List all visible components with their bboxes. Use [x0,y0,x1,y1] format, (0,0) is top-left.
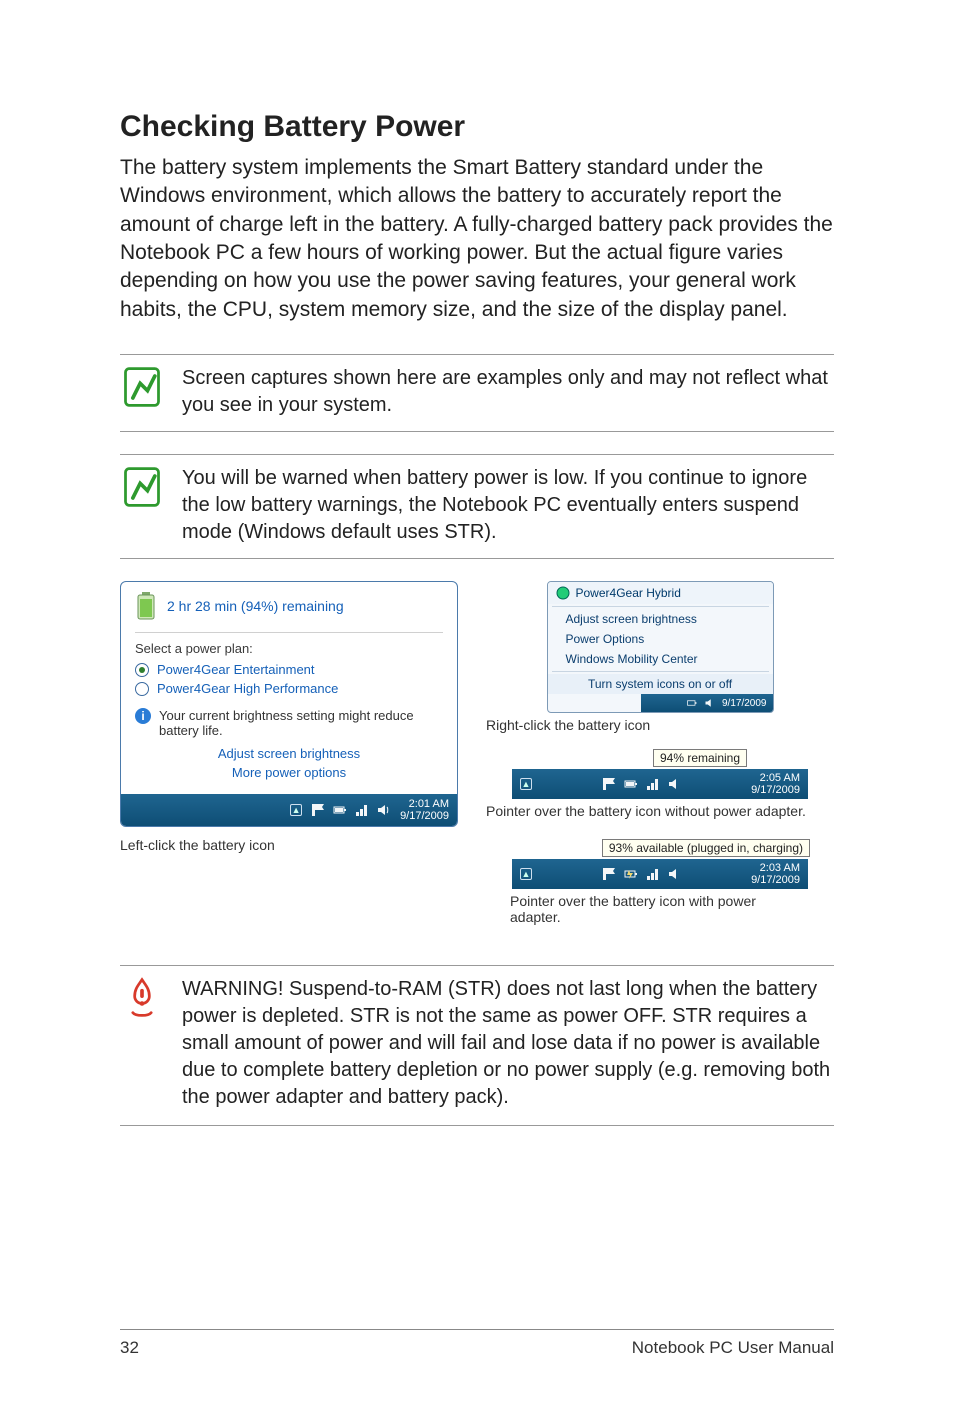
tray-overflow-icon[interactable]: ▲ [520,778,532,790]
network-icon[interactable] [645,776,661,792]
document-page: Checking Battery Power The battery syste… [0,0,954,1418]
battery-icon[interactable] [686,697,698,709]
page-number: 32 [120,1338,139,1358]
note-box: You will be warned when battery power is… [120,454,834,559]
volume-icon[interactable] [704,697,716,709]
tray-overflow-icon[interactable]: ▲ [290,804,302,816]
note-box: Screen captures shown here are examples … [120,354,834,432]
figure-caption: Right-click the battery icon [486,717,650,733]
tray-clock[interactable]: 2:01 AM 9/17/2009 [400,798,449,822]
battery-charging-icon[interactable] [623,866,639,882]
page-footer: 32 Notebook PC User Manual [120,1329,834,1358]
ctx-system-icons[interactable]: Turn system icons on or off [548,674,773,694]
network-icon[interactable] [645,866,661,882]
warning-icon [120,976,164,1020]
power-plan-label: Power4Gear High Performance [157,681,338,696]
tray-date: 9/17/2009 [400,810,449,822]
ctx-mobility-center[interactable]: Windows Mobility Center [548,649,773,669]
battery-tooltip: 94% remaining [653,749,747,767]
note-icon [120,365,164,409]
battery-flyout-panel: 2 hr 28 min (94%) remaining Select a pow… [120,581,458,827]
note-text: Screen captures shown here are examples … [182,365,834,419]
flag-icon[interactable] [601,776,617,792]
note-icon [120,465,164,509]
network-icon[interactable] [354,802,370,818]
tray-date: 9/17/2009 [751,874,800,886]
context-menu-figure: Power4Gear Hybrid Adjust screen brightne… [486,581,834,733]
p4g-icon [556,586,570,600]
context-menu-header[interactable]: Power4Gear Hybrid [548,582,773,604]
figure-caption: Pointer over the battery icon with power… [510,893,810,925]
warning-text: WARNING! Suspend-to-RAM (STR) does not l… [182,976,834,1111]
note-text: You will be warned when battery power is… [182,465,834,546]
tray-date: 9/17/2009 [722,698,767,709]
system-tray: ▲ 2:01 AM 9/17/2009 [121,794,457,826]
manual-title: Notebook PC User Manual [632,1338,834,1358]
power-plan-option[interactable]: Power4Gear High Performance [121,679,457,698]
volume-icon[interactable] [667,866,683,882]
tray-icons [310,802,392,818]
battery-icon[interactable] [623,776,639,792]
radio-icon [135,682,149,696]
ctx-power-options[interactable]: Power Options [548,629,773,649]
system-tray: ▲ 2:03 AM 9/17/2009 [512,859,808,889]
hover-plugged-figure: 93% available (plugged in, charging) ▲ 2… [510,839,810,925]
divider [552,671,769,672]
power-plan-header: Select a power plan: [121,639,457,660]
tray-time: 2:01 AM [400,798,449,810]
battery-remaining-text: 2 hr 28 min (94%) remaining [167,598,344,614]
battery-tooltip: 93% available (plugged in, charging) [602,839,810,857]
battery-status-row: 2 hr 28 min (94%) remaining [121,582,457,626]
system-tray: ▲ 2:05 AM 9/17/2009 [512,769,808,799]
brightness-info-text: Your current brightness setting might re… [159,708,443,738]
figure-left: 2 hr 28 min (94%) remaining Select a pow… [120,581,458,925]
tray-overflow-icon[interactable]: ▲ [520,868,532,880]
battery-icon[interactable] [332,802,348,818]
info-icon: i [135,708,151,724]
flag-icon[interactable] [601,866,617,882]
battery-context-menu: Power4Gear Hybrid Adjust screen brightne… [547,581,774,713]
volume-icon[interactable] [376,802,392,818]
hover-unplugged-figure: 94% remaining ▲ 2:05 AM 9/17/2009 Pointe… [486,749,834,819]
brightness-info-row: i Your current brightness setting might … [121,698,457,740]
tray-clock[interactable]: 2:05 AM 9/17/2009 [751,772,800,796]
volume-icon[interactable] [667,776,683,792]
system-tray: 9/17/2009 [641,694,773,712]
battery-icon [135,592,157,620]
divider [552,606,769,607]
power-links: Adjust screen brightness More power opti… [121,740,457,794]
radio-icon [135,663,149,677]
intro-paragraph: The battery system implements the Smart … [120,154,834,324]
power-plan-option[interactable]: Power4Gear Entertainment [121,660,457,679]
flag-icon[interactable] [310,802,326,818]
power-plan-label: Power4Gear Entertainment [157,662,315,677]
adjust-brightness-link[interactable]: Adjust screen brightness [135,744,443,763]
tray-clock[interactable]: 2:03 AM 9/17/2009 [751,862,800,886]
tray-time: 2:05 AM [751,772,800,784]
tray-date: 9/17/2009 [751,784,800,796]
ctx-adjust-brightness[interactable]: Adjust screen brightness [548,609,773,629]
more-power-options-link[interactable]: More power options [135,763,443,782]
figure-caption: Pointer over the battery icon without po… [486,803,806,819]
page-heading: Checking Battery Power [120,110,834,144]
tray-time: 2:03 AM [751,862,800,874]
context-menu-header-label: Power4Gear Hybrid [576,586,681,600]
figure-right-column: Power4Gear Hybrid Adjust screen brightne… [486,581,834,925]
figures-row: 2 hr 28 min (94%) remaining Select a pow… [120,581,834,925]
divider [135,632,443,633]
warning-box: WARNING! Suspend-to-RAM (STR) does not l… [120,965,834,1126]
figure-caption: Left-click the battery icon [120,837,458,853]
